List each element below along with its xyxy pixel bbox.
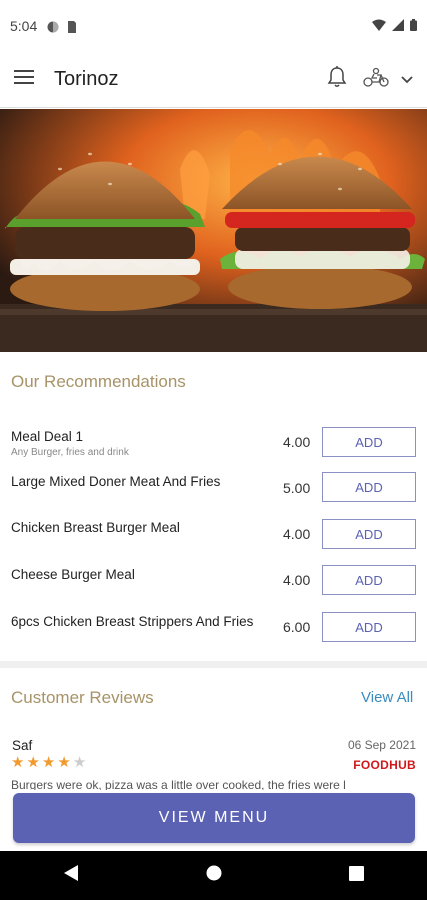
chevron-down-icon (401, 71, 413, 89)
signal-icon (392, 18, 404, 34)
order-mode-switch[interactable] (363, 67, 413, 92)
menu-item-price: 4.00 (283, 572, 311, 588)
view-menu-button[interactable]: VIEW MENU (13, 793, 415, 843)
star-filled-icon: ★ (26, 754, 40, 771)
status-icons (372, 18, 417, 34)
add-button[interactable]: ADD (322, 427, 416, 457)
foodhub-logo: FOODHUB (353, 758, 416, 772)
menu-item-row: Chicken Breast Burger Meal 4.00 ADD (0, 518, 427, 558)
menu-item-price: 5.00 (283, 480, 311, 496)
system-navigation-bar (0, 851, 427, 900)
delivery-scooter-icon (363, 67, 389, 92)
menu-item-row: 6pcs Chicken Breast Strippers And Fries … (0, 612, 427, 652)
menu-item-row: Large Mixed Doner Meat And Fries 5.00 AD… (0, 472, 427, 512)
add-button[interactable]: ADD (322, 565, 416, 595)
menu-item-name: Large Mixed Doner Meat And Fries (11, 474, 221, 489)
menu-item-name: Chicken Breast Burger Meal (11, 520, 180, 535)
menu-item-row: Cheese Burger Meal 4.00 ADD (0, 565, 427, 605)
recents-icon[interactable] (348, 865, 364, 886)
data-saver-icon (47, 20, 59, 33)
menu-item-price: 6.00 (283, 619, 311, 635)
menu-item-price: 4.00 (283, 434, 311, 450)
reviews-title: Customer Reviews (11, 688, 154, 707)
menu-item-price: 4.00 (283, 526, 311, 542)
wifi-icon (372, 18, 386, 34)
star-filled-icon: ★ (41, 754, 56, 771)
menu-item-row: Meal Deal 1 Any Burger, fries and drink … (0, 426, 427, 466)
menu-item-name: Cheese Burger Meal (11, 567, 135, 582)
star-empty-icon: ★ (72, 754, 87, 771)
add-button[interactable]: ADD (322, 612, 416, 642)
notification-bell-icon[interactable] (327, 66, 347, 93)
hamburger-menu-icon[interactable] (14, 70, 34, 89)
view-all-reviews-link[interactable]: View All (361, 689, 413, 706)
app-bar-actions (327, 66, 413, 93)
section-divider (0, 661, 427, 668)
back-icon[interactable] (63, 864, 79, 887)
hero-burger-image (0, 109, 427, 352)
status-bar: 5:04 (0, 0, 427, 52)
add-button[interactable]: ADD (322, 519, 416, 549)
star-filled-icon: ★ (57, 754, 71, 771)
battery-icon (410, 18, 417, 34)
menu-item-name: Meal Deal 1 (11, 429, 84, 444)
recommendations-title: Our Recommendations (11, 372, 186, 391)
app-title: Torinoz (54, 68, 119, 90)
review-text: Burgers were ok, pizza was a little over… (11, 778, 346, 790)
review-rating: ★ ★ ★ ★ ★ (11, 755, 86, 770)
review-date: 06 Sep 2021 (347, 738, 416, 752)
star-filled-icon: ★ (11, 754, 25, 771)
home-icon[interactable] (206, 865, 222, 886)
app-bar: Torinoz (0, 52, 427, 108)
menu-item-description: Any Burger, fries and drink (11, 447, 129, 458)
add-button[interactable]: ADD (322, 472, 416, 502)
menu-item-name: 6pcs Chicken Breast Strippers And Fries (11, 614, 254, 629)
sim-card-icon (65, 20, 77, 33)
reviewer-name: Saf (12, 738, 33, 753)
status-time: 5:04 (10, 18, 38, 34)
